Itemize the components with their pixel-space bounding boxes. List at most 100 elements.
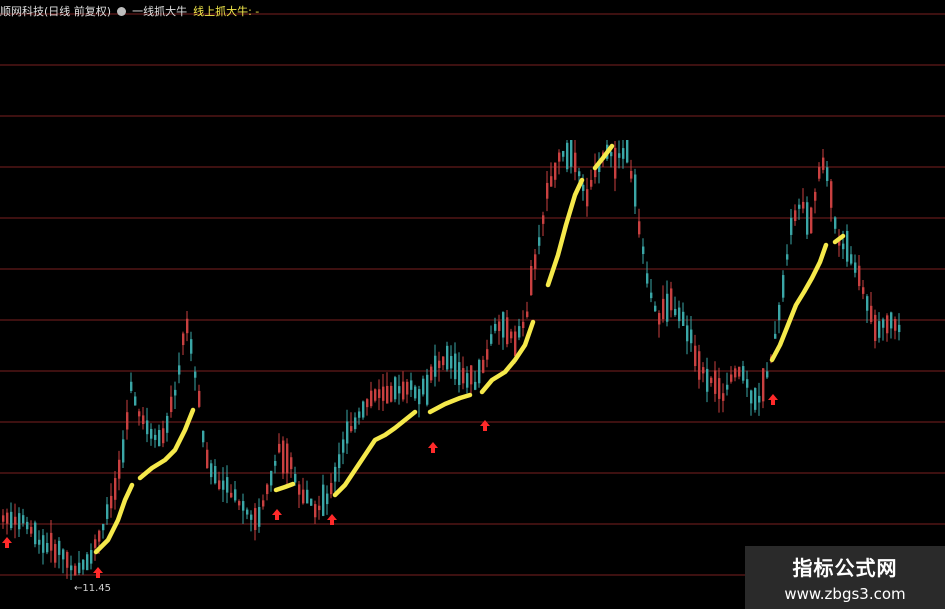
candle-body — [190, 339, 193, 354]
candle-body — [498, 321, 501, 332]
candle-body — [106, 504, 109, 519]
candle-body — [454, 353, 457, 380]
candle-body — [46, 543, 49, 553]
watermark: 指标公式网 www.zbgs3.com — [745, 546, 945, 609]
candle-body — [814, 191, 817, 201]
buy-arrow-icon — [272, 509, 282, 520]
candle-body — [822, 157, 825, 170]
candle-body — [546, 182, 549, 199]
candle-body — [62, 549, 65, 560]
candle-body — [554, 162, 557, 180]
candle-body — [306, 489, 309, 504]
candle-body — [466, 373, 469, 388]
signal-label: 线上抓大牛: - — [193, 5, 260, 18]
candle-body — [766, 371, 769, 378]
candle-body — [442, 356, 445, 366]
candle-body — [14, 516, 17, 525]
candle-body — [538, 237, 541, 246]
candle-body — [842, 243, 845, 250]
candle-body — [294, 473, 297, 483]
candle-body — [490, 334, 493, 344]
candle-body — [774, 333, 777, 339]
candle-body — [222, 480, 225, 490]
candle-body — [422, 378, 425, 395]
candle-body — [274, 461, 277, 466]
candle-body — [74, 565, 77, 576]
watermark-title: 指标公式网 — [792, 556, 898, 580]
candle-body — [638, 221, 641, 235]
candle-body — [130, 381, 133, 391]
candle-body — [258, 507, 261, 527]
candle-body — [374, 389, 377, 401]
candle-body — [550, 176, 553, 187]
candle-body — [514, 331, 517, 357]
buy-arrow-icon — [2, 537, 12, 548]
candle-body — [506, 317, 509, 345]
candle-body — [790, 217, 793, 235]
candle-body — [210, 463, 213, 478]
candle-body — [246, 509, 249, 515]
candle-body — [362, 401, 365, 418]
buy-arrow-icon — [428, 442, 438, 453]
candle-body — [758, 395, 761, 403]
candle-body — [618, 153, 621, 158]
candle-body — [646, 273, 649, 284]
low-price-label: ←11.45 — [74, 583, 112, 594]
candle-body — [82, 559, 85, 570]
candle-body — [502, 312, 505, 338]
candle-body — [66, 552, 69, 568]
candle-body — [706, 368, 709, 392]
candle-body — [318, 505, 321, 511]
circle-icon[interactable] — [117, 6, 127, 16]
candle-body — [674, 308, 677, 316]
candle-body — [326, 493, 329, 505]
candles — [2, 140, 901, 580]
candle-body — [350, 426, 353, 432]
candle-body — [346, 421, 349, 444]
price-chart[interactable] — [0, 0, 945, 609]
candle-body — [710, 377, 713, 383]
candle-body — [830, 181, 833, 208]
candle-body — [314, 504, 317, 518]
candle-body — [378, 389, 381, 398]
candle-body — [262, 500, 265, 507]
candle-body — [438, 360, 441, 369]
candle-body — [634, 174, 637, 207]
candle-body — [510, 331, 513, 339]
candle-body — [622, 148, 625, 159]
candle-body — [42, 535, 45, 553]
candle-body — [806, 202, 809, 235]
candle-body — [694, 345, 697, 367]
candle-body — [890, 312, 893, 329]
candle-body — [342, 439, 345, 453]
candle-body — [86, 554, 89, 571]
candle-body — [390, 385, 393, 402]
candle-body — [450, 356, 453, 369]
stock-name: 顺网科技(日线 前复权) — [0, 5, 112, 18]
indicator-name[interactable]: 一线抓大牛 — [132, 3, 187, 19]
candle-body — [534, 254, 537, 270]
candle-body — [242, 501, 245, 511]
candle-body — [746, 379, 749, 388]
candle-body — [542, 215, 545, 224]
candle-body — [574, 152, 577, 173]
candle-body — [250, 514, 253, 520]
buy-arrow-icon — [327, 514, 337, 525]
candle-body — [762, 368, 765, 402]
candle-body — [470, 365, 473, 385]
candle-body — [206, 449, 209, 469]
candle-body — [494, 323, 497, 331]
candle-body — [146, 420, 149, 435]
candle-body — [862, 287, 865, 294]
candle-body — [2, 515, 5, 522]
candle-body — [426, 374, 429, 405]
candle-body — [690, 329, 693, 344]
candle-body — [134, 396, 137, 406]
candle-body — [726, 384, 729, 390]
candle-body — [898, 324, 901, 333]
candle-body — [286, 443, 289, 474]
candle-body — [234, 489, 237, 501]
candle-body — [682, 311, 685, 326]
candle-body — [894, 319, 897, 331]
candle-body — [562, 151, 565, 157]
